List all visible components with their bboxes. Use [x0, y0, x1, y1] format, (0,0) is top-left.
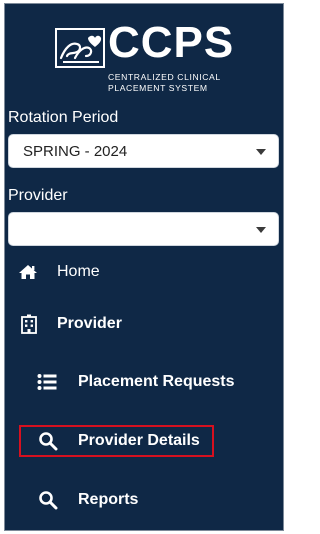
nav-label-reports: Reports [78, 491, 139, 508]
nav-item-reports[interactable]: Reports [5, 485, 283, 515]
rotation-period-label: Rotation Period [8, 109, 119, 126]
nav-label-placement-requests: Placement Requests [78, 373, 235, 390]
nav-label-provider-details: Provider Details [78, 432, 200, 449]
ccps-logo[interactable]: CCPS CENTRALIZED CLINICAL PLACEMENT SYST… [5, 4, 283, 104]
nav-label-provider: Provider [57, 315, 122, 332]
nav-item-placement-requests[interactable]: Placement Requests [5, 367, 283, 397]
rotation-period-value: SPRING - 2024 [23, 143, 128, 160]
logo-subtitle: CENTRALIZED CLINICAL PLACEMENT SYSTEM [108, 72, 248, 94]
provider-select[interactable] [8, 212, 279, 246]
chevron-down-icon [256, 227, 266, 233]
building-icon [21, 314, 37, 334]
provider-label: Provider [8, 187, 68, 204]
nav-item-home[interactable]: Home [5, 257, 283, 287]
sidebar: CCPS CENTRALIZED CLINICAL PLACEMENT SYST… [4, 3, 284, 531]
home-icon [19, 265, 37, 279]
search-icon [39, 491, 58, 510]
rotation-period-select[interactable]: SPRING - 2024 [8, 134, 279, 168]
hands-heart-emblem-icon [55, 28, 105, 68]
logo-subtitle-line1: CENTRALIZED CLINICAL [108, 72, 221, 82]
chevron-down-icon [256, 149, 266, 155]
list-icon [37, 374, 57, 390]
search-icon [39, 432, 58, 451]
nav-label-home: Home [57, 263, 100, 280]
nav-item-provider[interactable]: Provider [5, 309, 283, 339]
logo-subtitle-line2: PLACEMENT SYSTEM [108, 83, 208, 93]
nav-item-provider-details[interactable]: Provider Details [19, 426, 214, 456]
logo-title: CCPS [108, 18, 235, 67]
